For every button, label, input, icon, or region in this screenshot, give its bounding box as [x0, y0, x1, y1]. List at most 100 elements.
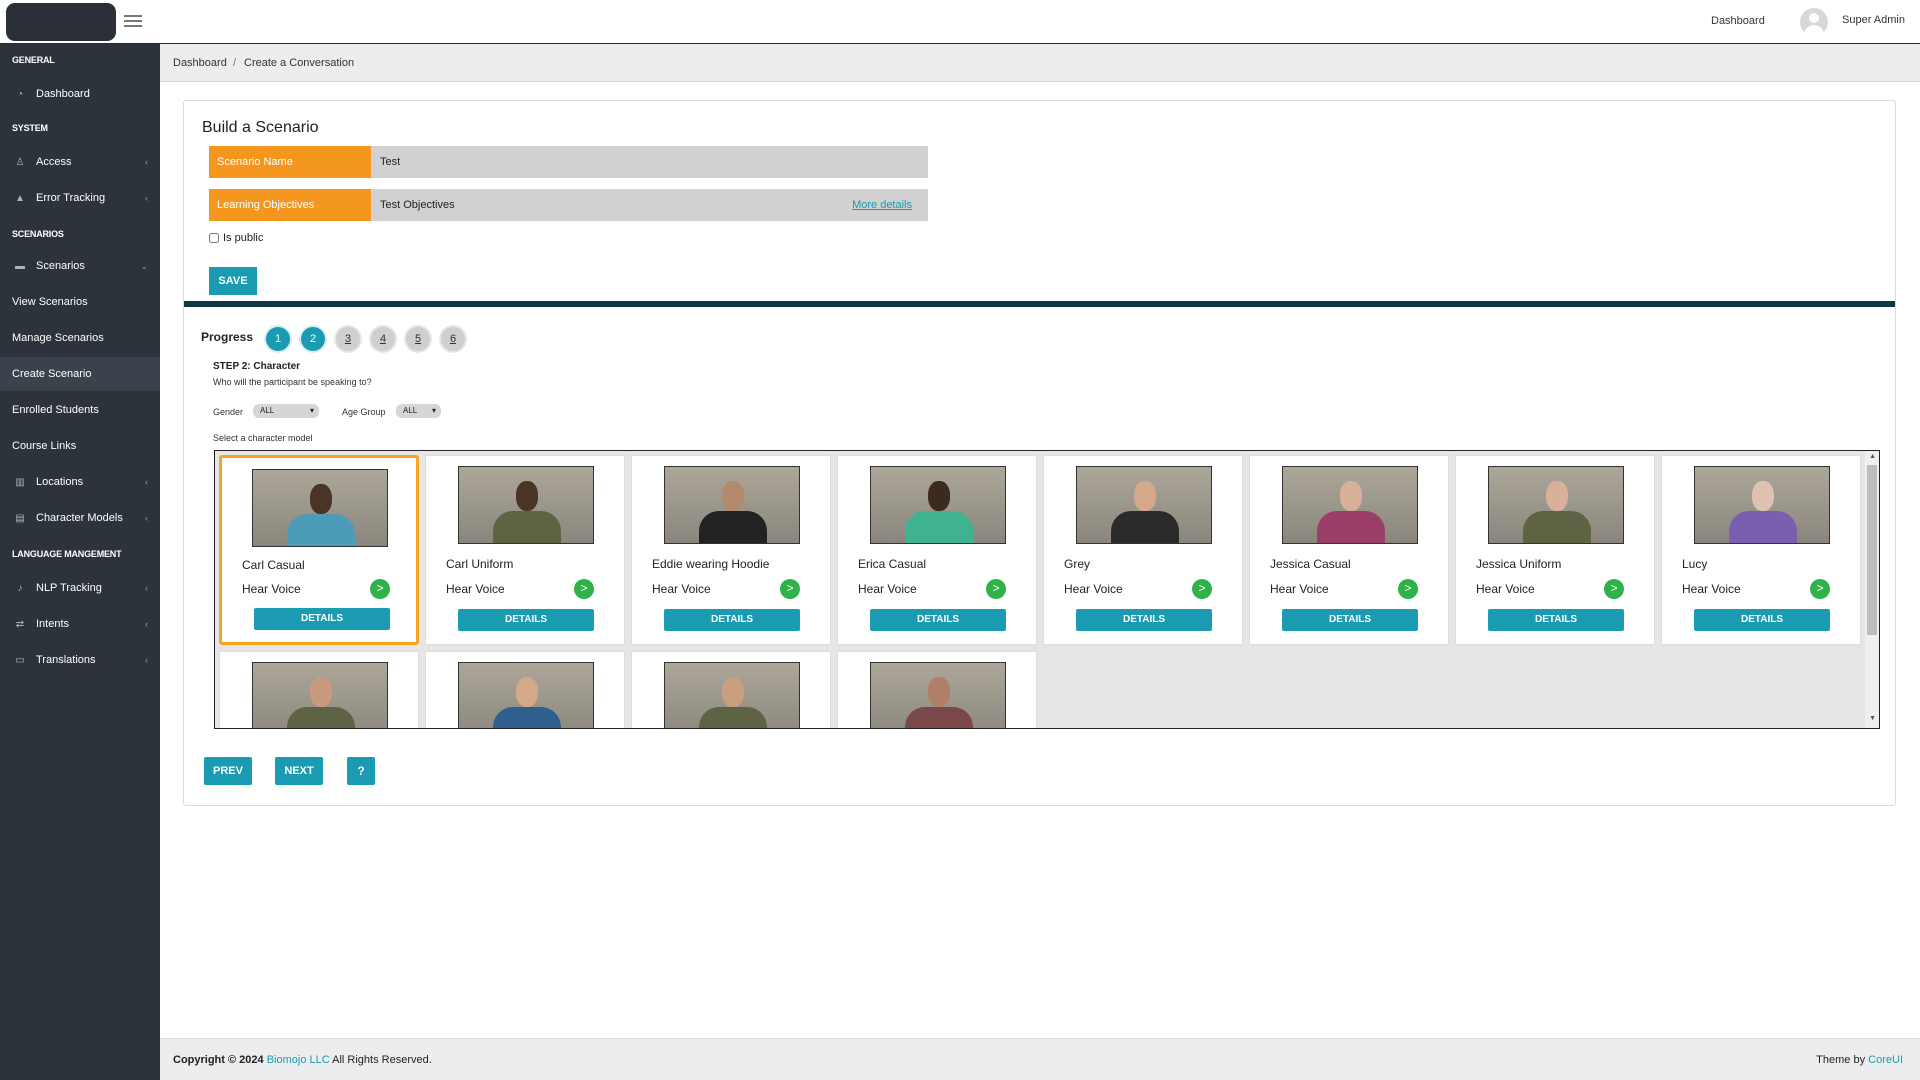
user-name[interactable]: Super Admin [1842, 14, 1905, 26]
progress-step-4[interactable]: 4 [371, 327, 395, 351]
sidebar-item-dashboard[interactable]: ◔ Dashboard [0, 77, 160, 111]
sidebar-item-error-tracking[interactable]: ▲ Error Tracking ‹ [0, 181, 160, 215]
character-card[interactable] [425, 651, 625, 728]
play-voice-icon[interactable]: > [1398, 579, 1418, 599]
details-button[interactable]: DETAILS [458, 609, 594, 631]
hear-voice-label: Hear Voice [1270, 582, 1329, 596]
sidebar-item-locations[interactable]: ▥ Locations ‹ [0, 465, 160, 499]
play-voice-icon[interactable]: > [780, 579, 800, 599]
play-voice-icon[interactable]: > [1604, 579, 1624, 599]
character-card[interactable]: Lucy Hear Voice > DETAILS [1661, 455, 1861, 645]
warning-icon: ▲ [15, 192, 25, 204]
prev-button[interactable]: PREV [204, 757, 252, 785]
hamburger-menu-icon[interactable] [124, 12, 142, 30]
character-thumbnail [664, 662, 800, 728]
progress-step-1[interactable]: 1 [266, 327, 290, 351]
breadcrumb: Dashboard / Create a Conversation [160, 44, 1920, 82]
character-thumbnail [1488, 466, 1624, 544]
scroll-down-icon[interactable]: ▼ [1869, 715, 1876, 722]
sidebar-item-label: Create Scenario [12, 368, 92, 380]
sidebar-item-label: Locations [36, 476, 84, 488]
scrollbar[interactable]: ▲ ▼ [1865, 451, 1879, 728]
more-details-link[interactable]: More details [852, 189, 912, 221]
sidebar-item-access[interactable]: ♙ Access ‹ [0, 145, 160, 179]
character-card[interactable]: Carl Uniform Hear Voice > DETAILS [425, 455, 625, 645]
character-name: Grey [1064, 557, 1091, 571]
progress-step-5[interactable]: 5 [406, 327, 430, 351]
character-name: Carl Casual [242, 558, 305, 572]
copyright-text: Copyright © 2024 [173, 1054, 264, 1066]
character-name: Jessica Uniform [1476, 557, 1562, 571]
page-title: Build a Scenario [202, 119, 319, 136]
sidebar-item-create-scenario[interactable]: Create Scenario [0, 357, 160, 391]
save-button[interactable]: SAVE [209, 267, 257, 295]
sidebar-item-label: Translations [36, 654, 96, 666]
character-card[interactable]: Carl Casual Hear Voice > DETAILS [219, 455, 419, 645]
play-voice-icon[interactable]: > [1192, 579, 1212, 599]
details-button[interactable]: DETAILS [870, 609, 1006, 631]
progress-step-2[interactable]: 2 [301, 327, 325, 351]
progress-step-6[interactable]: 6 [441, 327, 465, 351]
step-title: STEP 2: Character [213, 361, 301, 372]
age-group-select[interactable]: ALL ▾ [396, 404, 441, 418]
sidebar-item-label: Scenarios [36, 260, 85, 272]
gender-select[interactable]: ALL ▾ [253, 404, 319, 418]
header-dashboard-link[interactable]: Dashboard [1711, 15, 1765, 27]
sidebar-item-label: Enrolled Students [12, 404, 99, 416]
details-button[interactable]: DETAILS [1694, 609, 1830, 631]
character-name: Eddie wearing Hoodie [652, 557, 770, 571]
character-card[interactable] [219, 651, 419, 728]
sidebar-item-translations[interactable]: ▭ Translations ‹ [0, 643, 160, 677]
scenario-name-input[interactable]: Test [380, 146, 400, 178]
progress-step-3[interactable]: 3 [336, 327, 360, 351]
details-button[interactable]: DETAILS [1076, 609, 1212, 631]
learning-objectives-input[interactable]: Test Objectives [380, 189, 455, 221]
sidebar-item-character-models[interactable]: ▤ Character Models ‹ [0, 501, 160, 535]
character-card[interactable]: Jessica Casual Hear Voice > DETAILS [1249, 455, 1449, 645]
company-link[interactable]: Biomojo LLC [267, 1054, 330, 1066]
sidebar-item-scenarios[interactable]: ▬ Scenarios ⌄ [0, 249, 160, 283]
sidebar-item-manage-scenarios[interactable]: Manage Scenarios [0, 321, 160, 355]
character-thumbnail [252, 469, 388, 547]
play-voice-icon[interactable]: > [574, 579, 594, 599]
is-public-checkbox[interactable] [209, 233, 219, 243]
breadcrumb-dashboard[interactable]: Dashboard [173, 57, 227, 69]
character-thumbnail [252, 662, 388, 728]
sidebar-item-nlp-tracking[interactable]: ♪ NLP Tracking ‹ [0, 571, 160, 605]
sidebar-item-intents[interactable]: ⇄ Intents ‹ [0, 607, 160, 641]
character-card[interactable]: Erica Casual Hear Voice > DETAILS [837, 455, 1037, 645]
character-name: Lucy [1682, 557, 1708, 571]
dashboard-icon: ◔ [16, 88, 24, 100]
character-card[interactable] [631, 651, 831, 728]
logo[interactable] [6, 3, 116, 41]
sidebar-item-label: Character Models [36, 512, 123, 524]
details-button[interactable]: DETAILS [664, 609, 800, 631]
character-thumbnail [458, 466, 594, 544]
sidebar-item-enrolled-students[interactable]: Enrolled Students [0, 393, 160, 427]
scenario-builder-card: Build a Scenario Scenario Name Test Lear… [183, 100, 1896, 806]
theme-link[interactable]: CoreUI [1868, 1054, 1903, 1066]
play-voice-icon[interactable]: > [986, 579, 1006, 599]
character-card[interactable]: Eddie wearing Hoodie Hear Voice > DETAILS [631, 455, 831, 645]
next-button[interactable]: NEXT [275, 757, 323, 785]
character-card[interactable] [837, 651, 1037, 728]
avatar[interactable] [1800, 8, 1828, 36]
sidebar-item-course-links[interactable]: Course Links [0, 429, 160, 463]
scenario-name-field[interactable]: Scenario Name Test [209, 146, 928, 178]
sidebar-item-view-scenarios[interactable]: View Scenarios [0, 285, 160, 319]
play-voice-icon[interactable]: > [370, 579, 390, 599]
details-button[interactable]: DETAILS [254, 608, 390, 630]
play-voice-icon[interactable]: > [1810, 579, 1830, 599]
help-button[interactable]: ? [347, 757, 375, 785]
scroll-up-icon[interactable]: ▲ [1869, 453, 1876, 460]
building-icon: ▥ [15, 476, 25, 488]
details-button[interactable]: DETAILS [1282, 609, 1418, 631]
character-grid[interactable]: Carl Casual Hear Voice > DETAILS Carl Unifor… [214, 450, 1880, 729]
scrollbar-thumb[interactable] [1867, 465, 1877, 635]
chevron-left-icon: ‹ [145, 513, 148, 523]
learning-objectives-field[interactable]: Learning Objectives Test Objectives More… [209, 189, 928, 221]
microphone-icon: ♪ [17, 582, 23, 594]
character-card[interactable]: Jessica Uniform Hear Voice > DETAILS [1455, 455, 1655, 645]
details-button[interactable]: DETAILS [1488, 609, 1624, 631]
character-card[interactable]: Grey Hear Voice > DETAILS [1043, 455, 1243, 645]
